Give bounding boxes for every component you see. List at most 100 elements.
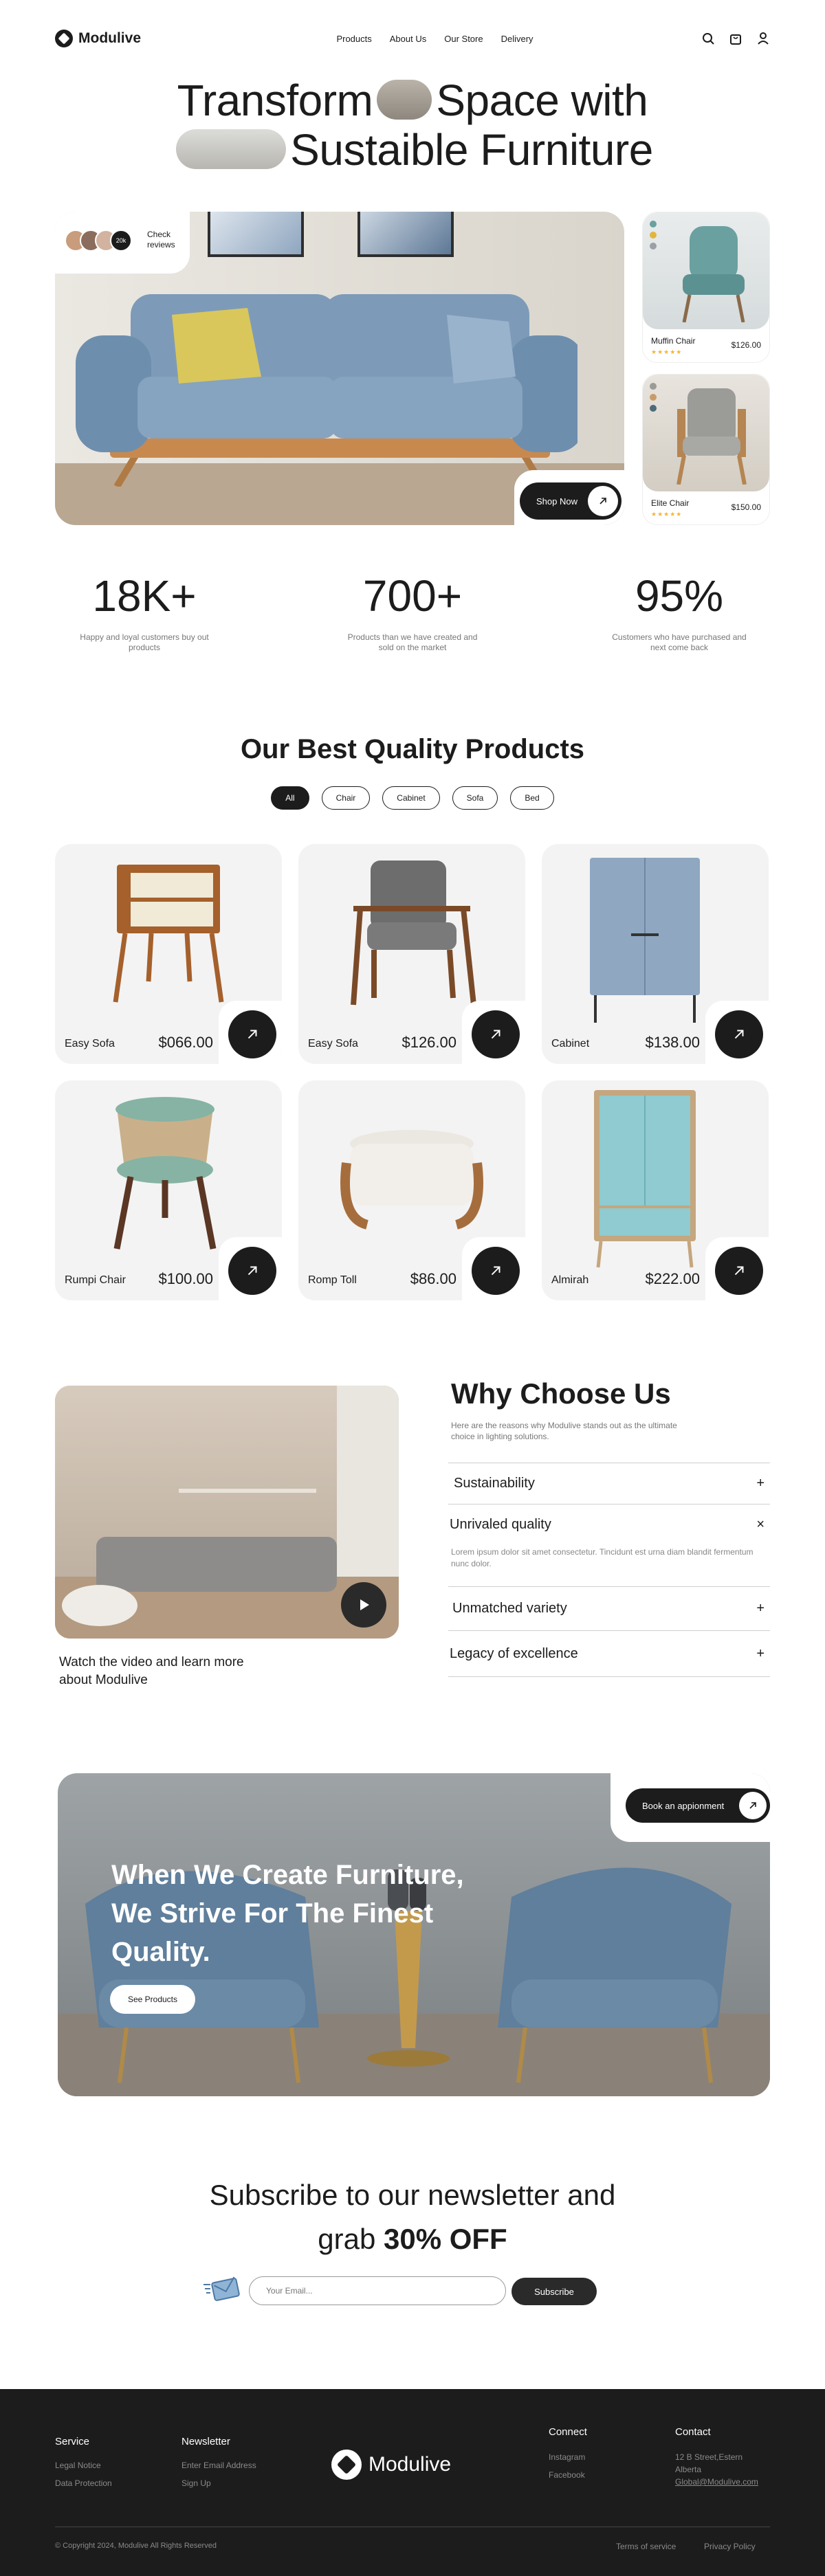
category-filters: All Chair Cabinet Sofa Bed	[0, 786, 825, 810]
products-title: Our Best Quality Products	[240, 734, 585, 764]
brand-logo[interactable]: Modulive	[55, 30, 141, 47]
product-card[interactable]: Romp Toll $86.00	[298, 1080, 525, 1300]
menu-item-about[interactable]: About Us	[390, 34, 426, 44]
video-caption: Watch the video and learn more about Mod…	[59, 1655, 244, 1687]
accordion-title: Sustainability	[454, 1476, 535, 1491]
product-card[interactable]: Easy Sofa $066.00	[55, 844, 282, 1064]
why-subtitle: Here are the reasons why Modulive stands…	[451, 1421, 677, 1441]
footer-contact-title: Contact	[675, 2426, 711, 2438]
armchair-illustration	[351, 860, 476, 1006]
footer-link-data-protection[interactable]: Data Protection	[55, 2478, 112, 2488]
subscribe-button[interactable]: Subscribe	[512, 2278, 597, 2305]
product-card[interactable]: Rumpi Chair $100.00	[55, 1080, 282, 1300]
filter-cabinet[interactable]: Cabinet	[382, 786, 440, 810]
chair-illustration	[676, 388, 747, 485]
arrow-up-right-icon[interactable]	[715, 1010, 763, 1058]
copyright: © Copyright 2024, Modulive All Rights Re…	[55, 2542, 217, 2550]
footer-email-field[interactable]: Enter Email Address	[182, 2461, 256, 2470]
footer-service-title: Service	[55, 2436, 90, 2447]
side-product-card[interactable]: Muffin Chair ★★★★★ $126.00	[642, 212, 770, 363]
stat-description: Customers who have purchased and next co…	[612, 632, 747, 652]
top-nav: Modulive Products About Us Our Store Del…	[55, 26, 770, 51]
shop-now-button[interactable]: Shop Now	[520, 482, 622, 520]
arrow-up-right-icon[interactable]	[228, 1010, 276, 1058]
sofa-illustration	[76, 294, 578, 487]
rating-stars: ★★★★★	[651, 511, 683, 518]
chair-illustration	[682, 226, 745, 322]
accordion-unrivaled-quality[interactable]: Unrivaled quality ×	[448, 1504, 770, 1545]
arrow-up-right-icon[interactable]	[715, 1247, 763, 1295]
color-swatches	[650, 383, 657, 412]
accordion-unmatched-variety[interactable]: Unmatched variety +	[448, 1586, 770, 1630]
side-product-card[interactable]: Elite Chair ★★★★★ $150.00	[642, 374, 770, 525]
menu-item-store[interactable]: Our Store	[444, 34, 483, 44]
product-name: Romp Toll	[308, 1274, 357, 1286]
nav-icons	[701, 32, 770, 45]
product-card[interactable]: Cabinet $138.00	[542, 844, 769, 1064]
menu-item-products[interactable]: Products	[336, 34, 371, 44]
user-icon[interactable]	[756, 32, 770, 45]
plus-icon[interactable]: +	[756, 1476, 764, 1491]
almirah-illustration	[594, 1090, 696, 1268]
search-icon[interactable]	[701, 32, 715, 45]
accordion-legacy[interactable]: Legacy of excellence +	[448, 1630, 770, 1677]
product-name: Muffin Chair	[651, 336, 696, 346]
reviews-badge[interactable]: 20k Check reviews	[55, 212, 190, 274]
filter-sofa[interactable]: Sofa	[452, 786, 498, 810]
footer-link-facebook[interactable]: Facebook	[549, 2470, 585, 2480]
accordion-body: Lorem ipsum dolor sit amet consectetur. …	[451, 1547, 754, 1568]
footer-sign-up[interactable]: Sign Up	[182, 2478, 211, 2488]
wall-shelf	[179, 1489, 316, 1493]
product-price: $066.00	[158, 1034, 213, 1051]
video-pouf	[62, 1585, 138, 1626]
plus-icon[interactable]: +	[756, 1601, 764, 1617]
close-icon[interactable]: ×	[756, 1517, 764, 1533]
stat-value: 95%	[635, 571, 724, 621]
reviews-label: Check reviews	[147, 230, 175, 249]
product-name: Rumpi Chair	[65, 1274, 126, 1286]
accordion-sustainability[interactable]: Sustainability +	[448, 1463, 770, 1504]
product-price: $150.00	[731, 502, 761, 512]
product-name: Easy Sofa	[308, 1038, 358, 1050]
video-sofa	[96, 1537, 337, 1592]
footer-link-privacy[interactable]: Privacy Policy	[704, 2542, 756, 2551]
stat-value: 18K+	[92, 571, 197, 621]
filter-all[interactable]: All	[271, 786, 309, 810]
arrow-up-right-icon[interactable]	[228, 1247, 276, 1295]
footer-logo[interactable]: Modulive	[331, 2450, 451, 2480]
footer-connect-title: Connect	[549, 2426, 587, 2438]
video-thumbnail[interactable]	[55, 1386, 399, 1639]
footer-link-terms[interactable]: Terms of service	[616, 2542, 676, 2551]
envelope-icon	[204, 2276, 240, 2301]
email-input[interactable]	[249, 2276, 506, 2305]
product-name: Cabinet	[551, 1038, 590, 1050]
footer-link-legal[interactable]: Legal Notice	[55, 2461, 101, 2470]
stat-returning: 95% Customers who have purchased and nex…	[590, 570, 769, 653]
footer-email-link[interactable]: Global@Modulive.com	[675, 2477, 758, 2487]
see-products-button[interactable]: See Products	[110, 1985, 195, 2014]
filter-chair[interactable]: Chair	[321, 786, 371, 810]
arrow-up-right-icon[interactable]	[472, 1010, 520, 1058]
product-card[interactable]: Easy Sofa $126.00	[298, 844, 525, 1064]
newsletter-line-1: Subscribe to our newsletter and	[209, 2179, 616, 2211]
hero-image: 20k Check reviews Shop Now	[55, 212, 624, 525]
footer-address-line-1: 12 B Street,Estern	[675, 2452, 743, 2462]
play-icon[interactable]	[341, 1582, 386, 1628]
footer-brand-name: Modulive	[368, 2453, 452, 2476]
product-name: Elite Chair	[651, 498, 690, 508]
product-card[interactable]: Almirah $222.00	[542, 1080, 769, 1300]
footer: Service Legal Notice Data Protection New…	[0, 2389, 825, 2576]
hero-sofa-pill	[176, 129, 287, 170]
plus-icon[interactable]: +	[756, 1646, 764, 1662]
product-image	[643, 212, 769, 329]
footer-address-line-2: Alberta	[675, 2465, 702, 2474]
book-appointment-button[interactable]: Book an appionment	[626, 1788, 770, 1823]
footer-link-instagram[interactable]: Instagram	[549, 2452, 585, 2462]
menu-item-delivery[interactable]: Delivery	[501, 34, 534, 44]
product-price: $126.00	[731, 340, 761, 350]
logo-icon	[55, 30, 73, 47]
arrow-up-right-icon[interactable]	[472, 1247, 520, 1295]
bag-icon[interactable]	[729, 32, 742, 45]
product-name: Almirah	[551, 1274, 589, 1286]
filter-bed[interactable]: Bed	[510, 786, 554, 810]
